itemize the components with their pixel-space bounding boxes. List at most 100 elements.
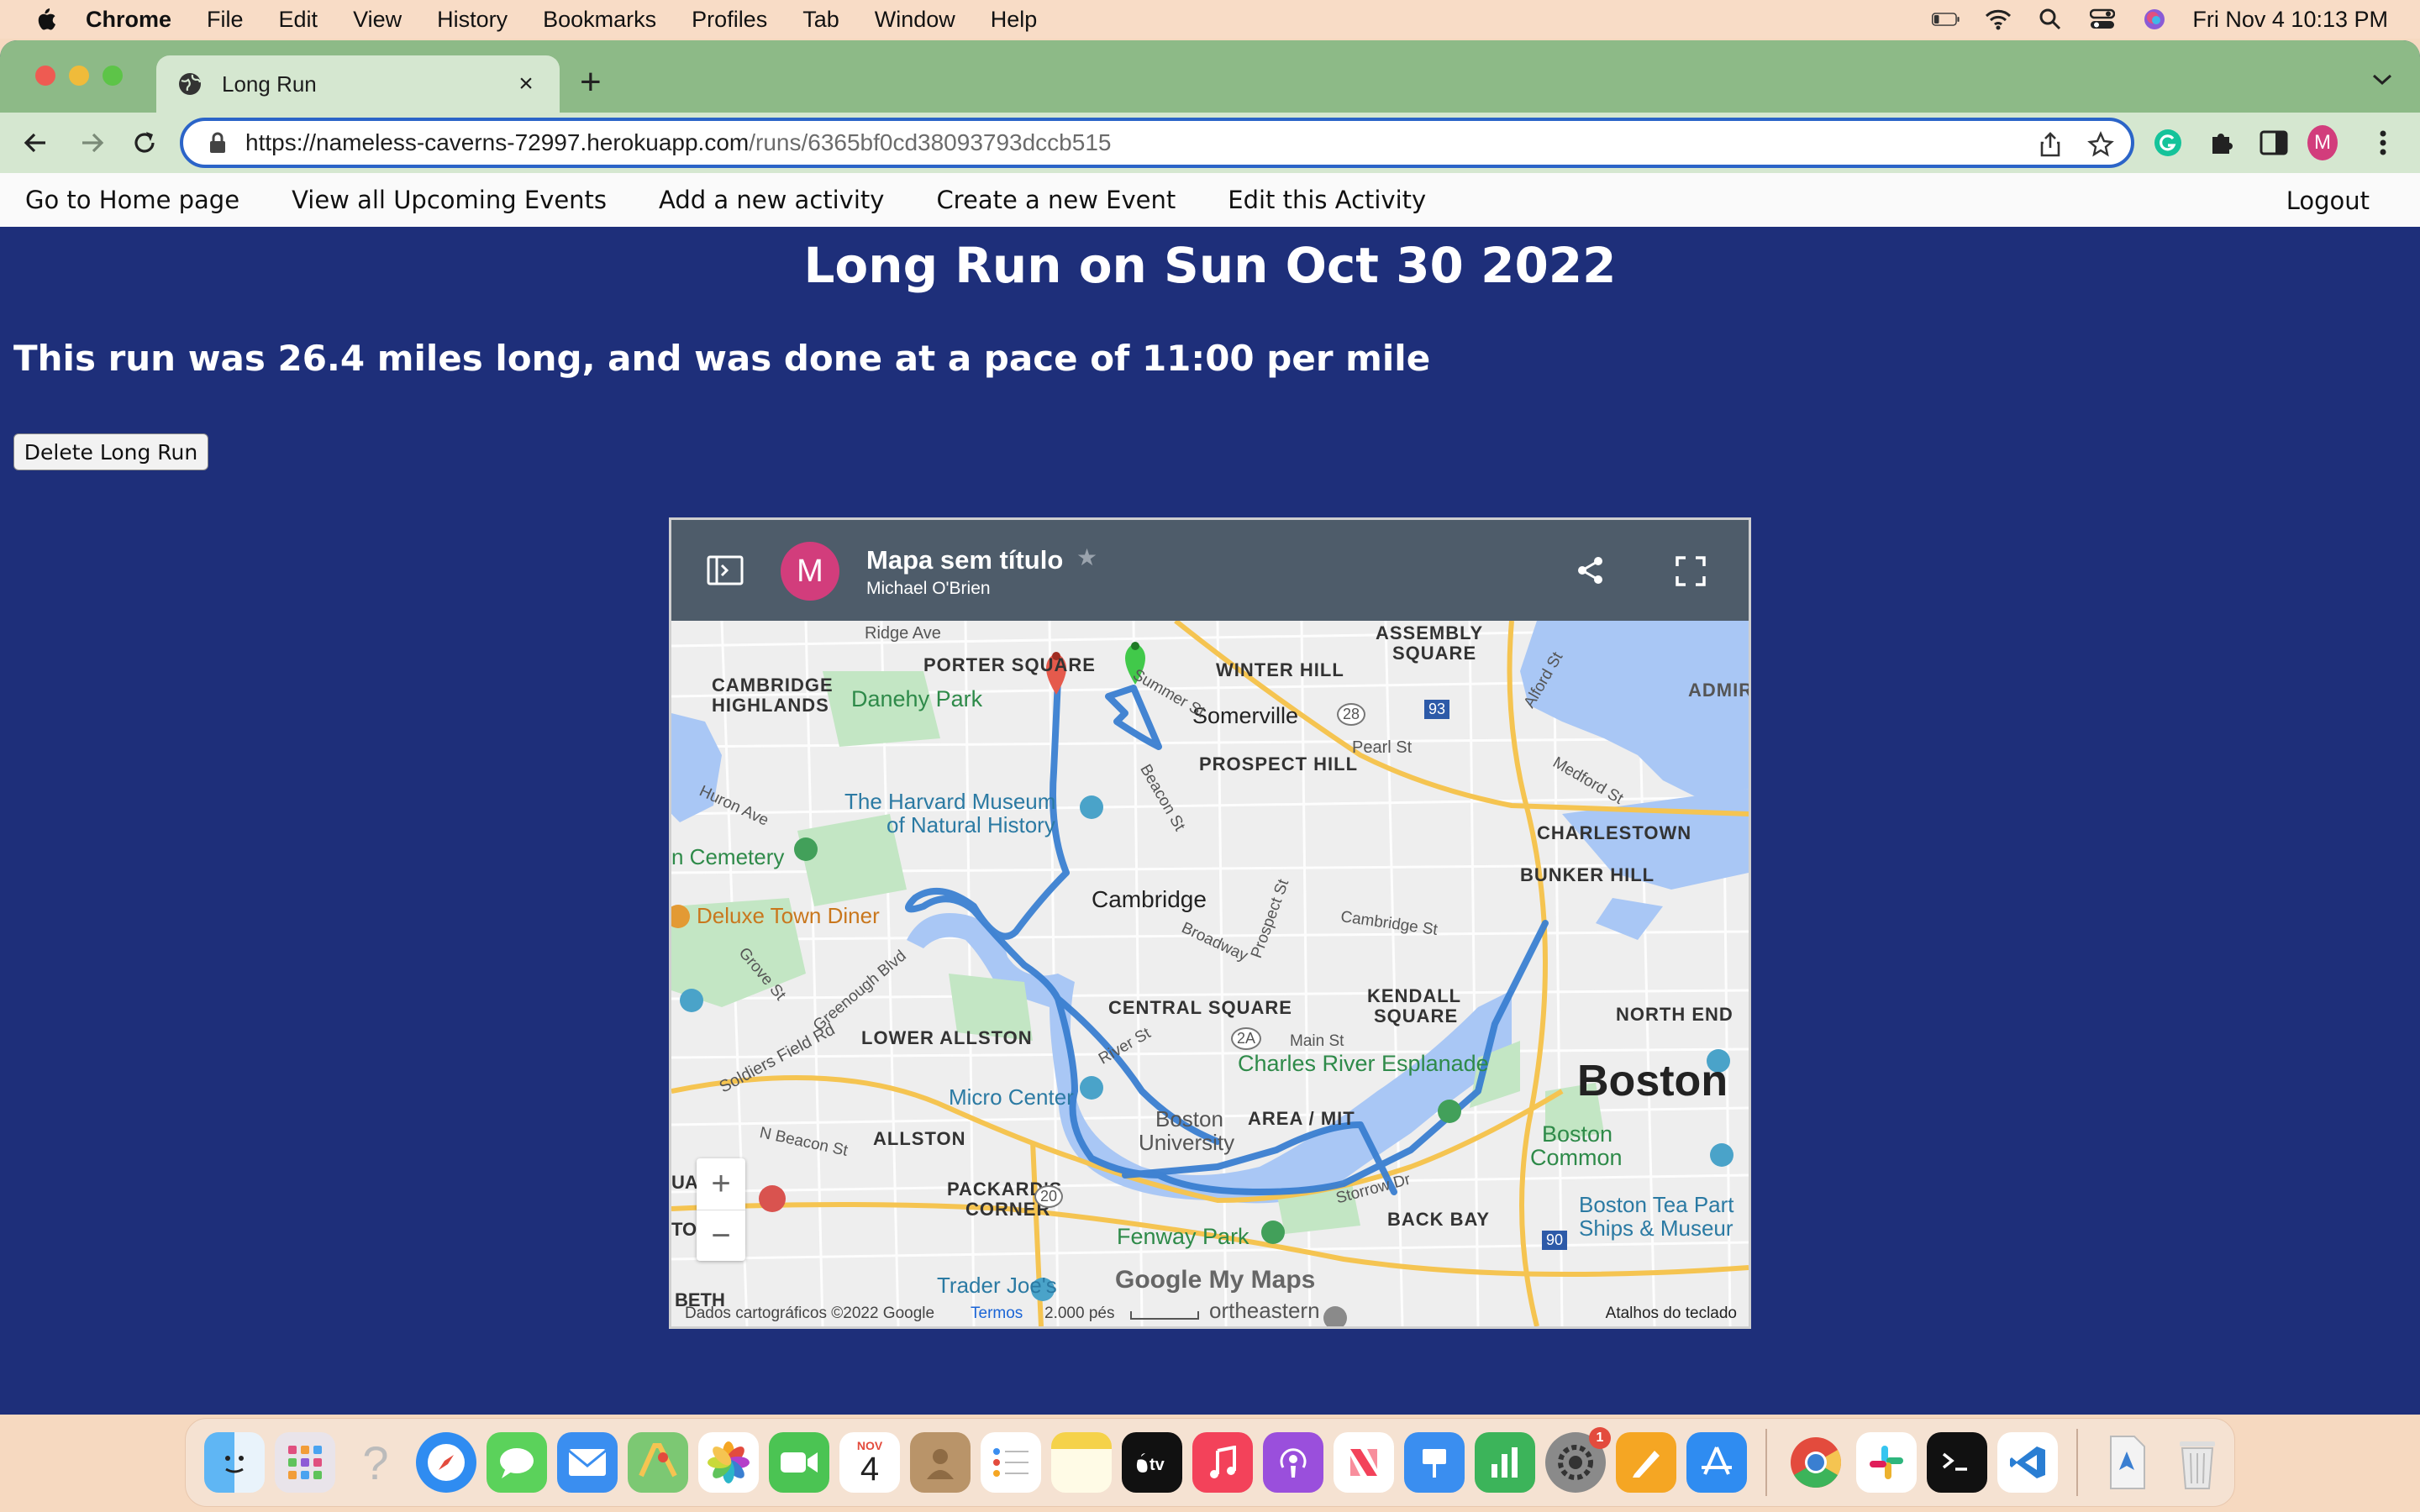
site-navigation: Go to Home page View all Upcoming Events… <box>0 173 2420 227</box>
keynote-dock-icon[interactable] <box>1404 1432 1465 1493</box>
minimize-window-button[interactable] <box>69 66 89 86</box>
battery-icon[interactable] <box>1932 7 1960 32</box>
menu-file[interactable]: File <box>207 7 244 33</box>
mail-dock-icon[interactable] <box>557 1432 618 1493</box>
facetime-dock-icon[interactable] <box>769 1432 829 1493</box>
menu-app-name[interactable]: Chrome <box>86 7 171 33</box>
extensions-puzzle-icon[interactable] <box>2207 128 2237 158</box>
slack-dock-icon[interactable] <box>1856 1432 1917 1493</box>
map-canvas[interactable]: Ridge Ave PORTER SQUARE WINTER HILL ASSE… <box>671 621 1749 1326</box>
finder-dock-icon[interactable] <box>204 1432 265 1493</box>
podcasts-dock-icon[interactable] <box>1263 1432 1323 1493</box>
chrome-window: Long Run × + https://nameless-caverns-72… <box>0 40 2420 1415</box>
zoom-out-button[interactable]: − <box>697 1210 745 1262</box>
profile-avatar[interactable]: M <box>2307 125 2338 160</box>
map-legend-toggle-icon[interactable] <box>707 555 744 585</box>
map-label-deluxe-town-diner: Deluxe Town Diner <box>697 903 880 928</box>
help-question-dock-icon[interactable]: ? <box>345 1432 406 1493</box>
wifi-icon[interactable] <box>1984 7 2012 32</box>
menu-history[interactable]: History <box>437 7 508 33</box>
new-tab-button[interactable]: + <box>580 64 602 101</box>
safari-dock-icon[interactable] <box>416 1432 476 1493</box>
map-label-somerville: Somerville <box>1192 703 1299 728</box>
apple-tv-dock-icon[interactable]: tv <box>1122 1432 1182 1493</box>
map-label-cambridge-highlands-1: CAMBRIDGE <box>712 675 834 696</box>
system-preferences-dock-icon[interactable]: 1 <box>1545 1427 1611 1493</box>
menu-profiles[interactable]: Profiles <box>692 7 767 33</box>
dock-separator <box>1765 1429 1767 1496</box>
apple-menu-icon[interactable] <box>32 6 57 33</box>
side-panel-icon[interactable] <box>2259 128 2289 158</box>
close-window-button[interactable] <box>35 66 55 86</box>
menu-tab[interactable]: Tab <box>802 7 839 33</box>
trash-dock-icon[interactable] <box>2167 1432 2228 1493</box>
reload-icon[interactable] <box>128 126 161 160</box>
share-page-icon[interactable] <box>2037 131 2064 158</box>
map-owner: Michael O'Brien <box>866 579 991 598</box>
contacts-dock-icon[interactable] <box>910 1432 971 1493</box>
control-center-icon[interactable] <box>2088 7 2117 32</box>
zoom-window-button[interactable] <box>103 66 123 86</box>
messages-dock-icon[interactable] <box>487 1432 547 1493</box>
chrome-menu-kebab-icon[interactable] <box>2368 128 2398 158</box>
map-label-pearl-st: Pearl St <box>1352 738 1413 757</box>
numbers-dock-icon[interactable] <box>1475 1432 1535 1493</box>
tab-long-run[interactable]: Long Run × <box>156 55 560 113</box>
address-bar[interactable]: https://nameless-caverns-72997.herokuapp… <box>180 118 2134 168</box>
forward-arrow-icon[interactable] <box>76 126 109 160</box>
map-star-icon[interactable]: ★ <box>1076 543 1097 571</box>
menu-bar-clock[interactable]: Fri Nov 4 10:13 PM <box>2192 7 2388 33</box>
maps-dock-icon[interactable] <box>628 1432 688 1493</box>
siri-icon[interactable] <box>2140 7 2169 32</box>
map-terms-link[interactable]: Termos <box>971 1305 1023 1323</box>
route-2a-shield: 2A <box>1231 1027 1262 1050</box>
map-label-kendall-square-1: KENDALL <box>1367 985 1462 1006</box>
map-scale: 2.000 pés <box>1044 1305 1115 1322</box>
nav-logout-link[interactable]: Logout <box>2286 186 2370 215</box>
map-label-lower-allston: LOWER ALLSTON <box>861 1027 1033 1048</box>
close-tab-icon[interactable]: × <box>514 70 538 97</box>
nav-add-activity-link[interactable]: Add a new activity <box>659 186 884 214</box>
notes-dock-icon[interactable] <box>1051 1432 1112 1493</box>
spotlight-search-icon[interactable] <box>2036 7 2065 32</box>
route-93-shield: 93 <box>1424 700 1450 719</box>
share-map-icon[interactable] <box>1576 555 1606 585</box>
map-label-kendall-square-2: SQUARE <box>1374 1005 1459 1026</box>
profile-initial: M <box>2307 125 2338 160</box>
nav-edit-activity-link[interactable]: Edit this Activity <box>1228 186 1426 214</box>
map-zoom-control: + − <box>697 1158 745 1261</box>
embedded-map[interactable]: M Mapa sem título ★ Michael O'Brien Ridg… <box>669 517 1751 1329</box>
downloads-stack-dock-icon[interactable] <box>2096 1432 2157 1493</box>
menu-edit[interactable]: Edit <box>279 7 318 33</box>
fullscreen-icon[interactable] <box>1675 555 1707 587</box>
pages-dock-icon[interactable] <box>1616 1432 1676 1493</box>
menu-window[interactable]: Window <box>875 7 955 33</box>
music-dock-icon[interactable] <box>1192 1432 1253 1493</box>
news-dock-icon[interactable] <box>1334 1432 1394 1493</box>
back-arrow-icon[interactable] <box>18 126 52 160</box>
zoom-in-button[interactable]: + <box>697 1158 745 1210</box>
delete-run-button[interactable]: Delete Long Run <box>13 433 208 470</box>
vscode-dock-icon[interactable] <box>1997 1432 2058 1493</box>
calendar-dock-icon[interactable]: NOV 4 <box>839 1432 900 1493</box>
app-store-dock-icon[interactable] <box>1686 1432 1747 1493</box>
keyboard-shortcuts-link[interactable]: Atalhos do teclado <box>1606 1305 1737 1323</box>
menu-view[interactable]: View <box>353 7 402 33</box>
map-label-fenway-park: Fenway Park <box>1117 1224 1249 1249</box>
nav-create-event-link[interactable]: Create a new Event <box>936 186 1176 214</box>
nav-home-link[interactable]: Go to Home page <box>25 186 239 214</box>
nav-events-link[interactable]: View all Upcoming Events <box>292 186 607 214</box>
grammarly-extension-icon[interactable] <box>2153 128 2183 158</box>
chrome-dock-icon[interactable] <box>1786 1432 1846 1493</box>
svg-text:tv: tv <box>1150 1456 1165 1474</box>
launchpad-dock-icon[interactable] <box>275 1432 335 1493</box>
lock-icon[interactable] <box>208 132 227 154</box>
map-label-central-square: CENTRAL SQUARE <box>1108 997 1292 1018</box>
tab-search-chevron-icon[interactable] <box>2370 69 2395 89</box>
menu-help[interactable]: Help <box>991 7 1038 33</box>
menu-bookmarks[interactable]: Bookmarks <box>543 7 656 33</box>
photos-dock-icon[interactable] <box>698 1432 759 1493</box>
terminal-dock-icon[interactable] <box>1927 1432 1987 1493</box>
reminders-dock-icon[interactable] <box>981 1432 1041 1493</box>
bookmark-star-icon[interactable] <box>2087 131 2114 158</box>
